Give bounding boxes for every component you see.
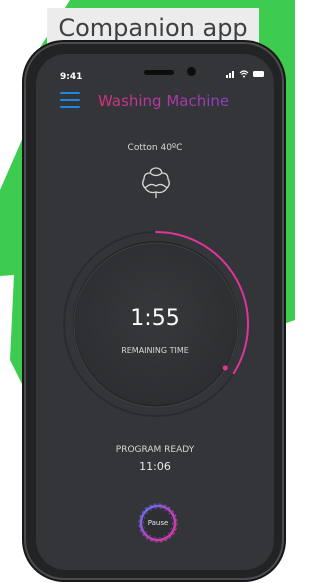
cotton-icon <box>142 167 170 198</box>
status-time: 9:41 <box>60 72 83 82</box>
status-icons <box>226 70 264 78</box>
camera-notch <box>187 67 196 76</box>
speaker-notch <box>144 70 174 75</box>
signal-icon <box>226 71 234 78</box>
app-title: Washing Machine <box>98 92 230 110</box>
program-status: PROGRAM READY <box>115 445 195 455</box>
battery-icon <box>253 71 264 77</box>
pause-label: Pause <box>147 519 169 527</box>
menu-icon[interactable] <box>60 92 80 108</box>
wifi-icon <box>239 70 249 75</box>
program-status-time: 11:06 <box>139 460 171 473</box>
remaining-time-label: REMAINING TIME <box>121 346 189 355</box>
companion-app-label: Companion app <box>47 8 259 48</box>
timer-progress-dot <box>222 365 228 371</box>
program-name: Cotton 40ºC <box>127 143 183 153</box>
remaining-time-value: 1:55 <box>130 306 180 331</box>
phone-screen: 9:41 Washing Machine Cotton 40ºC 1:55 RE… <box>36 54 274 570</box>
pause-button[interactable]: Pause <box>137 502 179 544</box>
